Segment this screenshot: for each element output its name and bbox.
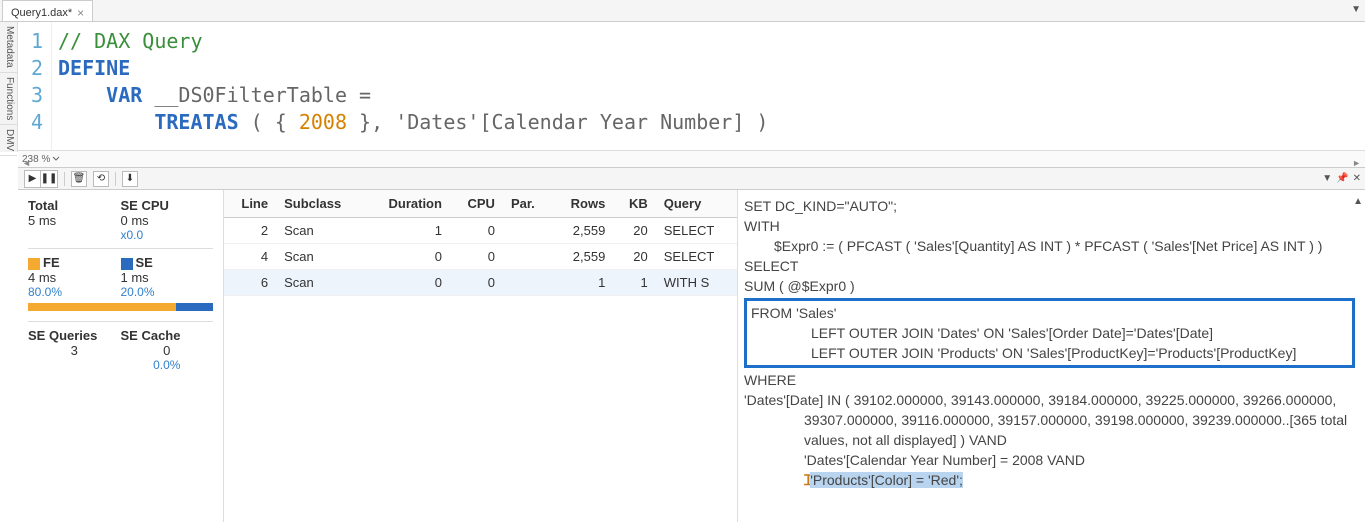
sec-value: 0	[121, 343, 214, 358]
sql-line: WHERE	[744, 370, 1355, 390]
zoom-bar: 238 % ◄ ►	[18, 150, 1365, 168]
sql-line: 'Dates'[Calendar Year Number] = 2008 VAN…	[744, 450, 1355, 470]
table-row[interactable]: 2Scan102,55920SELECT	[224, 218, 737, 244]
sql-selected: 'Products'[Color] = 'Red';	[810, 472, 963, 488]
close-panel-icon[interactable]: ✕	[1353, 173, 1361, 184]
fe-se-bar	[28, 303, 213, 311]
total-label: Total	[28, 198, 121, 213]
query-table-panel: LineSubclassDurationCPUPar.RowsKBQuery2S…	[223, 190, 738, 522]
file-tab[interactable]: Query1.dax* ×	[2, 0, 93, 21]
seq-value: 3	[28, 343, 121, 358]
sql-line: 'Dates'[Date] IN ( 39102.000000, 39143.0…	[744, 390, 1355, 450]
sql-line: WITH	[744, 216, 1355, 236]
seq-label: SE Queries	[28, 328, 121, 343]
sql-highlight-box: FROM 'Sales' LEFT OUTER JOIN 'Dates' ON …	[744, 298, 1355, 368]
play-button[interactable]: ▶	[25, 171, 41, 187]
table-row[interactable]: 6Scan0011WITH S	[224, 270, 737, 296]
chevron-down-icon[interactable]	[52, 155, 60, 163]
side-tabs: Metadata Functions DMV	[0, 22, 18, 152]
fe-legend-icon	[28, 258, 40, 270]
side-tab-functions[interactable]: Functions	[0, 73, 17, 125]
table-row[interactable]: 4Scan002,55920SELECT	[224, 244, 737, 270]
total-value: 5 ms	[28, 213, 121, 228]
dropdown-icon[interactable]: ▼	[1322, 173, 1332, 184]
sql-line: FROM 'Sales'	[751, 303, 1348, 323]
query-table[interactable]: LineSubclassDurationCPUPar.RowsKBQuery2S…	[224, 190, 737, 296]
secpu-sub: x0.0	[121, 228, 214, 242]
fe-label: FE	[43, 255, 60, 270]
sec-pct: 0.0%	[121, 358, 214, 372]
refresh-button[interactable]: ⟲	[93, 171, 109, 187]
sql-line: SELECT	[744, 256, 1355, 276]
secpu-value: 0 ms	[121, 213, 214, 228]
clear-button[interactable]: 🗑	[71, 171, 87, 187]
fe-pct: 80.0%	[28, 285, 121, 299]
sql-line: LEFT OUTER JOIN 'Dates' ON 'Sales'[Order…	[751, 323, 1348, 343]
results-area: Total5 ms SE CPU0 msx0.0 FE4 ms80.0% SE1…	[18, 190, 1365, 522]
sql-line: SUM ( @$Expr0 )	[744, 276, 1355, 296]
code-content[interactable]: // DAX QueryDEFINE VAR __DS0FilterTable …	[52, 22, 768, 150]
pause-button[interactable]: ❚❚	[41, 171, 57, 187]
export-button[interactable]: ⬇	[122, 171, 138, 187]
se-label: SE	[136, 255, 153, 270]
tab-title: Query1.dax*	[11, 7, 72, 19]
close-icon[interactable]: ×	[77, 7, 84, 19]
code-editor[interactable]: 1234 // DAX QueryDEFINE VAR __DS0FilterT…	[18, 22, 1365, 150]
side-tab-dmv[interactable]: DMV	[0, 125, 17, 156]
tab-bar: Query1.dax* × ▼	[0, 0, 1365, 22]
se-legend-icon	[121, 258, 133, 270]
se-value: 1 ms	[121, 270, 214, 285]
fe-value: 4 ms	[28, 270, 121, 285]
results-toolbar: ▶ ❚❚ 🗑 ⟲ ⬇ ▼ 📌 ✕	[18, 168, 1365, 190]
se-pct: 20.0%	[121, 285, 214, 299]
sql-panel[interactable]: ▲ SET DC_KIND="AUTO"; WITH $Expr0 := ( P…	[738, 190, 1365, 522]
tab-dropdown-icon[interactable]: ▼	[1351, 4, 1361, 15]
scroll-up-icon[interactable]: ▲	[1353, 192, 1363, 212]
side-tab-metadata[interactable]: Metadata	[0, 22, 17, 73]
secpu-label: SE CPU	[121, 198, 214, 213]
sql-line: $Expr0 := ( PFCAST ( 'Sales'[Quantity] A…	[744, 236, 1355, 256]
sec-label: SE Cache	[121, 328, 214, 343]
line-gutter: 1234	[18, 22, 52, 150]
stats-panel: Total5 ms SE CPU0 msx0.0 FE4 ms80.0% SE1…	[18, 190, 223, 522]
sql-line: LEFT OUTER JOIN 'Products' ON 'Sales'[Pr…	[751, 343, 1348, 363]
sql-line: SET DC_KIND="AUTO";	[744, 196, 1355, 216]
pin-icon[interactable]: 📌	[1336, 173, 1348, 184]
sql-line: Ꮖ'Products'[Color] = 'Red';	[744, 470, 1355, 490]
